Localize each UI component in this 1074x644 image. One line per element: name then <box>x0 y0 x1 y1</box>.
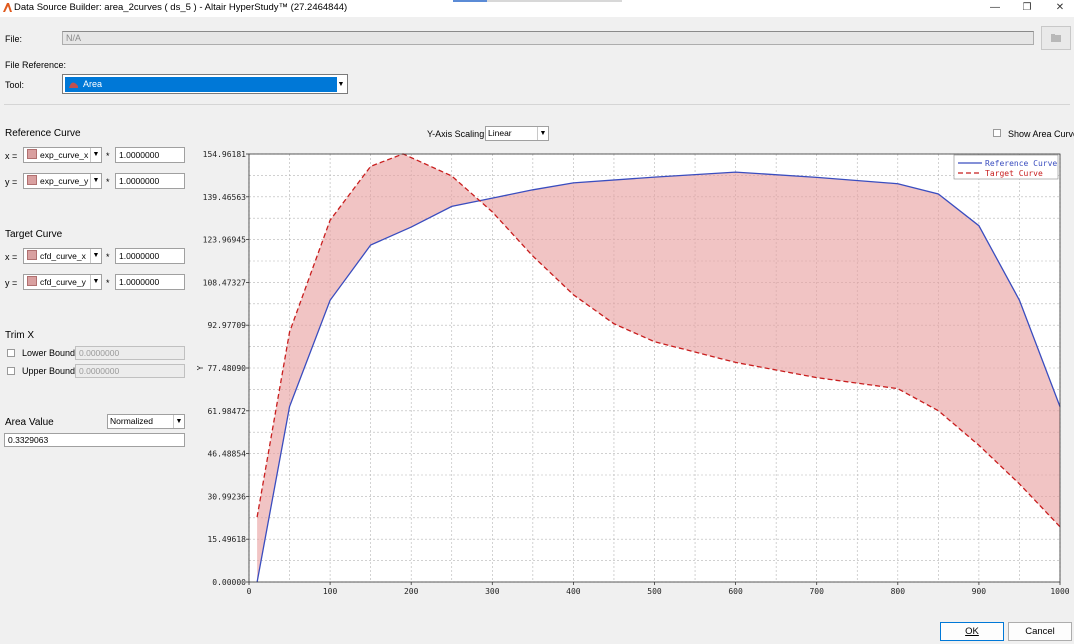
upper-bound-checkbox[interactable] <box>7 367 15 375</box>
area-mode-dropdown[interactable]: Normalized ▼ <box>107 414 185 429</box>
y-tick-label: 46.48854 <box>207 450 246 459</box>
y-tick-label: 139.46563 <box>203 193 247 202</box>
area-mode-value: Normalized <box>110 416 153 426</box>
chevron-down-icon: ▼ <box>90 275 101 289</box>
x-tick-label: 400 <box>566 587 581 596</box>
tgt-y-multiplier-input[interactable]: 1.0000000 <box>115 274 185 290</box>
ref-y-source: exp_curve_y <box>40 176 89 186</box>
x-tick-label: 700 <box>809 587 824 596</box>
x-tick-label: 0 <box>247 587 252 596</box>
lower-bound-label: Lower Bound <box>22 348 76 358</box>
show-area-curve-checkbox[interactable] <box>993 129 1001 137</box>
file-field[interactable]: N/A <box>62 31 1034 45</box>
tool-selected: Area <box>65 77 337 92</box>
x-tick-label: 500 <box>647 587 662 596</box>
folder-icon <box>1051 34 1061 42</box>
multiply-symbol: * <box>106 278 110 288</box>
data-source-icon <box>27 175 37 185</box>
target-curve-title: Target Curve <box>5 229 63 240</box>
chevron-down-icon: ▼ <box>90 249 101 263</box>
y-tick-label: 92.97709 <box>207 321 246 330</box>
multiply-symbol: * <box>106 252 110 262</box>
x-tick-label: 1000 <box>1050 587 1069 596</box>
chevron-down-icon: ▼ <box>537 127 548 140</box>
ref-x-source-dropdown[interactable]: exp_curve_x ▼ <box>23 147 102 163</box>
y-tick-label: 123.96945 <box>203 236 247 245</box>
tgt-y-source: cfd_curve_y <box>40 277 86 287</box>
y-tick-label: 77.48090 <box>207 364 246 373</box>
area-tool-icon <box>69 82 78 88</box>
close-button[interactable]: ✕ <box>1050 1 1070 15</box>
y-tick-label: 61.98472 <box>207 407 246 416</box>
area-chart: 0 100 200 300 400 500 600 700 800 900 1000 0.00000 1… <box>196 150 1070 596</box>
tgt-y-label: y = <box>5 278 18 288</box>
y-tick-label: 154.96181 <box>203 150 247 159</box>
altair-logo-icon <box>3 3 12 12</box>
tab-strip <box>487 0 622 2</box>
y-tick-label: 0.00000 <box>212 578 246 587</box>
x-tick-label: 800 <box>891 587 906 596</box>
ok-button[interactable]: OK <box>940 622 1004 641</box>
tgt-x-multiplier-input[interactable]: 1.0000000 <box>115 248 185 264</box>
tgt-x-source-dropdown[interactable]: cfd_curve_x ▼ <box>23 248 102 264</box>
x-tick-label: 100 <box>323 587 338 596</box>
tool-label: Tool: <box>5 80 25 90</box>
legend-label-reference: Reference Curve <box>985 159 1057 168</box>
ref-x-source: exp_curve_x <box>40 150 89 160</box>
browse-button[interactable] <box>1041 26 1071 50</box>
y-axis-label: Y <box>196 365 205 370</box>
tab-indicator <box>453 0 487 2</box>
multiply-symbol: * <box>106 151 110 161</box>
window-title: Data Source Builder: area_2curves ( ds_5… <box>14 2 348 13</box>
ref-y-multiplier-input[interactable]: 1.0000000 <box>115 173 185 189</box>
file-label: File: <box>5 34 23 44</box>
file-reference-label: File Reference: <box>5 60 67 70</box>
ref-x-label: x = <box>5 151 18 161</box>
multiply-symbol: * <box>106 177 110 187</box>
x-tick-label: 900 <box>972 587 987 596</box>
legend-label-target: Target Curve <box>985 169 1043 178</box>
y-tick-label: 108.47327 <box>203 278 247 287</box>
tgt-x-label: x = <box>5 252 18 262</box>
chevron-down-icon: ▼ <box>337 81 345 88</box>
ref-y-label: y = <box>5 177 18 187</box>
tgt-x-source: cfd_curve_x <box>40 251 86 261</box>
y-axis-scaling-value: Linear <box>488 128 512 138</box>
tool-dropdown[interactable]: Area ▼ <box>62 74 348 94</box>
chevron-down-icon: ▼ <box>90 174 101 188</box>
y-tick-label: 15.49618 <box>207 535 246 544</box>
tool-value: Area <box>83 79 103 89</box>
chevron-down-icon: ▼ <box>173 415 184 428</box>
upper-bound-input[interactable]: 0.0000000 <box>75 364 185 378</box>
maximize-button[interactable]: ❐ <box>1017 1 1037 15</box>
tgt-y-source-dropdown[interactable]: cfd_curve_y ▼ <box>23 274 102 290</box>
data-source-icon <box>27 276 37 286</box>
area-value-title: Area Value <box>5 417 54 428</box>
x-tick-label: 300 <box>485 587 500 596</box>
minimize-button[interactable]: — <box>985 1 1005 15</box>
y-tick-label: 30.99236 <box>207 492 246 501</box>
x-tick-label: 200 <box>404 587 419 596</box>
data-source-icon <box>27 250 37 260</box>
lower-bound-checkbox[interactable] <box>7 349 15 357</box>
y-axis-scaling-dropdown[interactable]: Linear ▼ <box>485 126 549 141</box>
show-area-curve-label: Show Area Curve <box>1008 129 1074 139</box>
area-value-field: 0.3329063 <box>4 433 185 447</box>
trim-x-title: Trim X <box>5 330 35 341</box>
ref-y-source-dropdown[interactable]: exp_curve_y ▼ <box>23 173 102 189</box>
data-source-icon <box>27 149 37 159</box>
upper-bound-label: Upper Bound <box>22 366 76 376</box>
ref-x-multiplier-input[interactable]: 1.0000000 <box>115 147 185 163</box>
x-tick-label: 600 <box>728 587 743 596</box>
lower-bound-input[interactable]: 0.0000000 <box>75 346 185 360</box>
reference-curve-title: Reference Curve <box>5 128 81 139</box>
y-axis-scaling-label: Y-Axis Scaling: <box>427 129 487 139</box>
divider <box>4 104 1070 105</box>
cancel-button[interactable]: Cancel <box>1008 622 1072 641</box>
chevron-down-icon: ▼ <box>90 148 101 162</box>
